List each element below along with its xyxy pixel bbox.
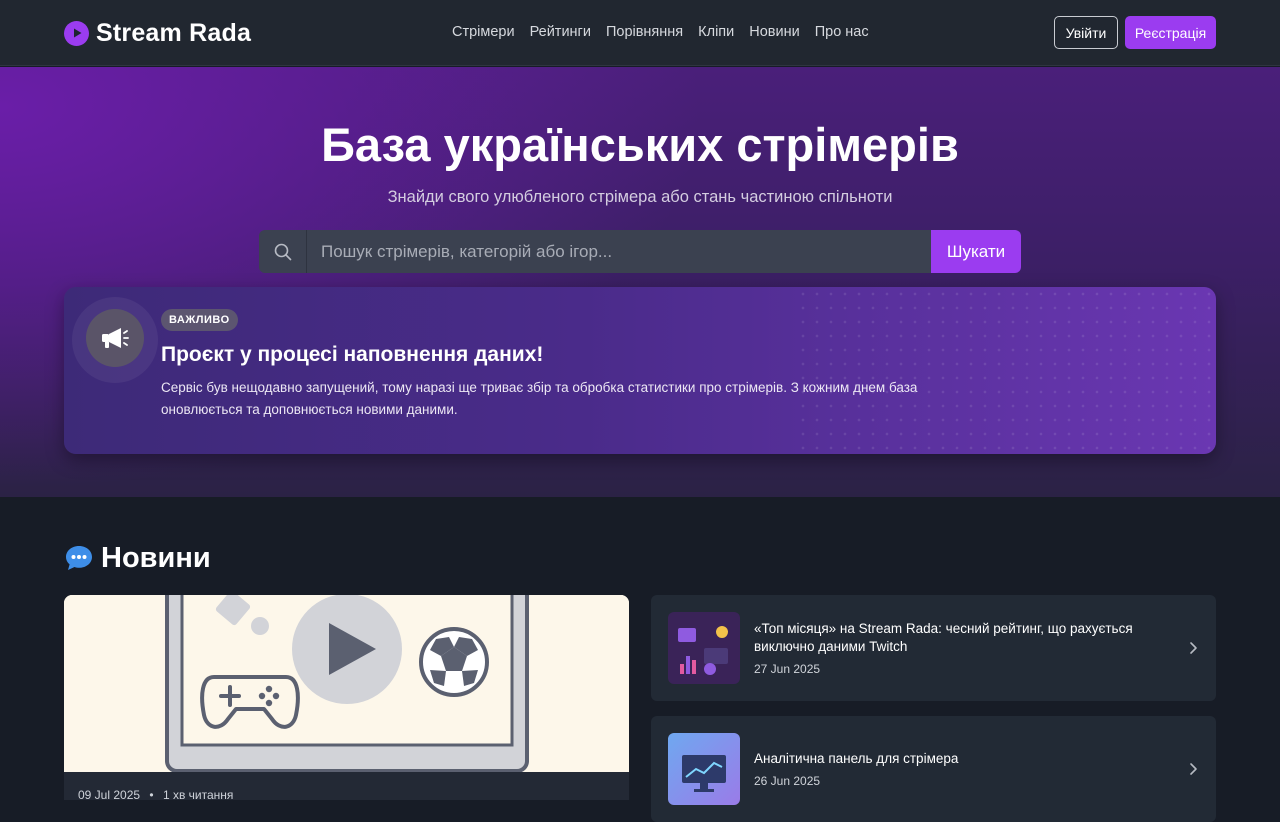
chevron-right-icon <box>1190 763 1197 775</box>
important-badge: ВАЖЛИВО <box>161 309 238 331</box>
gaming-illustration <box>64 595 629 775</box>
nav-link-ratings[interactable]: Рейтинги <box>530 24 591 40</box>
nav-link-about[interactable]: Про нас <box>815 24 869 40</box>
notice-card: ВАЖЛИВО Проєкт у процесі наповнення дани… <box>64 287 1216 454</box>
meta-separator: • <box>149 788 154 800</box>
search-input[interactable] <box>307 230 931 273</box>
news-thumbnail <box>668 733 740 805</box>
nav-link-news[interactable]: Новини <box>749 24 799 40</box>
featured-news-date: 09 Jul 2025 <box>78 788 141 800</box>
nav-link-clips[interactable]: Кліпи <box>698 24 734 40</box>
hero-subtitle: Знайди свого улюбленого стрімера або ста… <box>387 188 893 206</box>
hero-title: База українських стрімерів <box>321 118 959 171</box>
news-list-item[interactable]: Аналітична панель для стрімера 26 Jun 20… <box>651 716 1216 822</box>
featured-news-meta: 09 Jul 2025 • 1 хв читання <box>64 772 629 800</box>
news-heading: Новини <box>64 540 211 576</box>
nav-link-streamers[interactable]: Стрімери <box>452 24 515 40</box>
megaphone-icon <box>86 309 144 367</box>
news-list-item[interactable]: «Топ місяця» на Stream Rada: чесний рейт… <box>651 595 1216 701</box>
main-nav: Стрімери Рейтинги Порівняння Кліпи Новин… <box>452 24 869 40</box>
news-item-title: «Топ місяця» на Stream Rada: чесний рейт… <box>754 621 1133 654</box>
notice-text: Сервіс був нещодавно запущений, тому нар… <box>161 380 918 417</box>
navbar: Stream Rada Стрімери Рейтинги Порівняння… <box>0 0 1280 66</box>
news-item-date: 27 Jun 2025 <box>754 662 821 676</box>
register-button[interactable]: Реєстрація <box>1125 16 1216 49</box>
search-bar: Шукати <box>259 230 1021 273</box>
login-button[interactable]: Увійти <box>1054 16 1118 49</box>
notice-title: Проєкт у процесі наповнення даних! <box>161 343 544 366</box>
decorative-dots <box>796 287 1216 454</box>
brand-logo[interactable]: Stream Rada <box>64 18 252 47</box>
search-button[interactable]: Шукати <box>931 230 1021 273</box>
hero-section: База українських стрімерів Знайди свого … <box>0 67 1280 497</box>
news-thumbnail <box>668 612 740 684</box>
play-icon <box>64 20 89 46</box>
news-heading-text: Новини <box>101 541 211 574</box>
news-item-date: 26 Jun 2025 <box>754 774 821 788</box>
speech-bubble-icon <box>66 546 92 570</box>
nav-link-compare[interactable]: Порівняння <box>606 24 683 40</box>
featured-news-card[interactable]: 09 Jul 2025 • 1 хв читання <box>64 595 629 800</box>
chevron-right-icon <box>1190 642 1197 654</box>
news-item-title: Аналітична панель для стрімера <box>754 751 959 766</box>
search-icon <box>259 230 307 273</box>
featured-news-read-time: 1 хв читання <box>162 788 234 800</box>
brand-name: Stream Rada <box>96 18 252 47</box>
